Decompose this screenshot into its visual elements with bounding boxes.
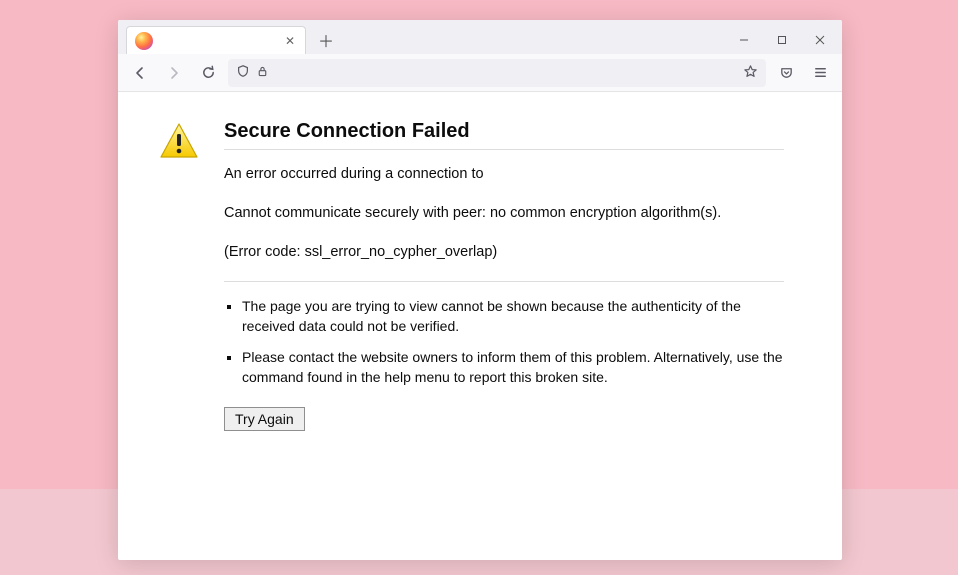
reload-button[interactable] [194,59,222,87]
bookmark-star-icon[interactable] [743,64,758,82]
app-menu-button[interactable] [806,59,834,87]
divider [224,281,784,282]
list-item: The page you are trying to view cannot b… [242,296,784,337]
page-content: Secure Connection Failed An error occurr… [118,92,842,560]
active-tab[interactable]: ✕ [126,26,306,54]
forward-button[interactable] [160,59,188,87]
save-to-pocket-button[interactable] [772,59,800,87]
toolbar [118,54,842,92]
close-window-button[interactable] [802,26,838,54]
tab-close-icon[interactable]: ✕ [283,34,297,48]
error-bullets: The page you are trying to view cannot b… [224,296,784,387]
browser-window: ✕ ＋ [118,20,842,560]
error-line-2: Cannot communicate securely with peer: n… [224,203,784,224]
warning-icon [158,120,200,162]
new-tab-button[interactable]: ＋ [312,26,340,54]
window-controls [726,26,842,54]
divider [224,149,784,150]
lock-icon[interactable] [256,65,269,81]
firefox-logo-icon [135,32,153,50]
error-line-1: An error occurred during a connection to [224,164,784,185]
maximize-button[interactable] [764,26,800,54]
error-code: (Error code: ssl_error_no_cypher_overlap… [224,242,784,263]
tab-strip: ✕ ＋ [118,20,842,54]
shield-icon[interactable] [236,64,250,81]
address-bar[interactable] [228,59,766,87]
back-button[interactable] [126,59,154,87]
try-again-button[interactable]: Try Again [224,407,305,431]
error-title: Secure Connection Failed [224,120,784,143]
list-item: Please contact the website owners to inf… [242,347,784,388]
minimize-button[interactable] [726,26,762,54]
